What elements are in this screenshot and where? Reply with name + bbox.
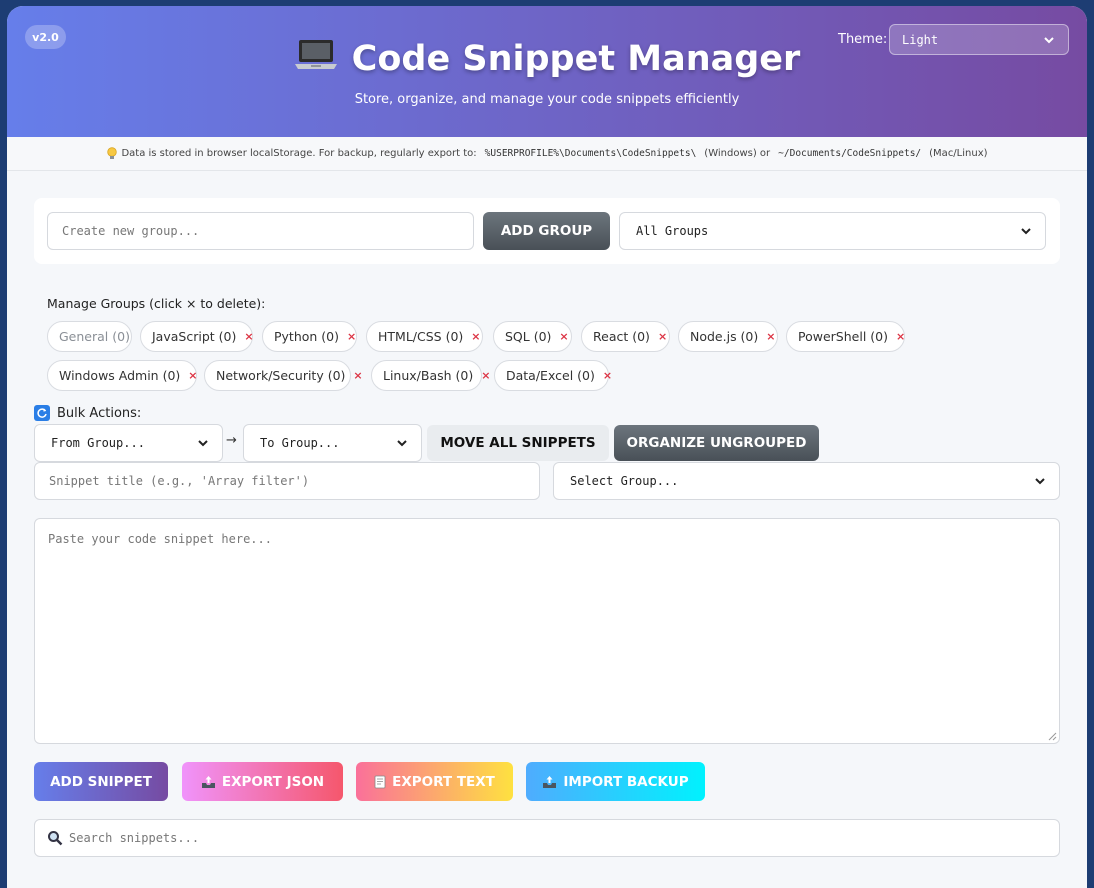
export-json-label: EXPORT JSON (221, 773, 325, 790)
group-chip-label: Linux/Bash (0) (383, 368, 474, 383)
chevron-down-icon (1021, 228, 1031, 235)
to-group-value: To Group... (260, 436, 340, 450)
mac-path: ~/Documents/CodeSnippets/ (778, 148, 922, 159)
chevron-down-icon (1044, 36, 1054, 43)
new-group-input[interactable]: Create new group... (47, 212, 474, 250)
delete-group-icon[interactable]: × (896, 330, 905, 343)
move-all-snippets-button[interactable]: MOVE ALL SNIPPETS (427, 425, 609, 461)
group-filter-value: All Groups (636, 224, 709, 238)
arrow-right-icon: → (226, 433, 237, 448)
group-chip-label: Windows Admin (0) (59, 368, 181, 383)
snippet-group-select[interactable]: Select Group... (553, 462, 1060, 500)
add-snippet-label: ADD SNIPPET (50, 773, 152, 790)
chevron-down-icon (1035, 478, 1045, 485)
code-placeholder: Paste your code snippet here... (48, 532, 272, 546)
windows-path: %USERPROFILE%\Documents\CodeSnippets\ (484, 148, 697, 159)
group-chip-label: JavaScript (0) (152, 329, 237, 344)
group-chip-label: Data/Excel (0) (506, 368, 595, 383)
delete-group-icon[interactable]: × (603, 369, 612, 382)
lightbulb-icon (107, 146, 118, 159)
delete-group-icon[interactable]: × (559, 330, 568, 343)
group-chip-label: SQL (0) (505, 329, 552, 344)
add-snippet-button[interactable]: ADD SNIPPET (34, 762, 168, 801)
group-chip: JavaScript (0) × (140, 321, 254, 352)
group-chip: React (0) × (581, 321, 670, 352)
from-group-value: From Group... (51, 436, 145, 450)
manage-groups-label: Manage Groups (click × to delete): (47, 296, 266, 311)
delete-group-icon[interactable]: × (353, 369, 362, 382)
move-all-label: MOVE ALL SNIPPETS (440, 435, 596, 451)
group-chip: Network/Security (0) × (204, 360, 363, 391)
delete-group-icon[interactable]: × (471, 330, 480, 343)
from-group-select[interactable]: From Group... (34, 424, 223, 462)
snippet-title-input[interactable]: Snippet title (e.g., 'Array filter') (34, 462, 540, 500)
group-chip: General (0) (47, 321, 132, 352)
search-placeholder: Search snippets... (69, 831, 200, 845)
refresh-icon (34, 405, 50, 421)
header: v2.0 Code Snippet Manager Store, organiz… (7, 6, 1087, 137)
import-backup-button[interactable]: IMPORT BACKUP (526, 762, 705, 801)
group-chip: Data/Excel (0) × (494, 360, 612, 391)
app-container: v2.0 Code Snippet Manager Store, organiz… (7, 6, 1087, 888)
export-text-label: EXPORT TEXT (392, 773, 495, 790)
search-icon (48, 831, 63, 846)
export-json-button[interactable]: EXPORT JSON (182, 762, 343, 801)
inbox-tray-icon (543, 775, 557, 788)
delete-group-icon[interactable]: × (766, 330, 775, 343)
chevron-down-icon (397, 440, 407, 447)
laptop-icon (294, 38, 338, 72)
search-input[interactable]: Search snippets... (34, 819, 1060, 857)
snippet-group-value: Select Group... (570, 474, 679, 488)
group-chip: Python (0) × (262, 321, 357, 352)
delete-group-icon[interactable]: × (347, 330, 356, 343)
import-backup-label: IMPORT BACKUP (563, 773, 689, 790)
group-chip-label: HTML/CSS (0) (378, 329, 464, 344)
new-group-placeholder: Create new group... (62, 224, 200, 238)
delete-group-icon[interactable]: × (658, 330, 667, 343)
group-chip-label: General (0) (59, 329, 130, 344)
delete-group-icon[interactable]: × (481, 369, 490, 382)
group-chip-label: Network/Security (0) (216, 368, 346, 383)
theme-select[interactable]: Light (889, 24, 1069, 55)
subtitle: Store, organize, and manage your code sn… (354, 92, 740, 107)
group-chip-label: Node.js (0) (690, 329, 759, 344)
chevron-down-icon (198, 440, 208, 447)
bulk-actions-label: Bulk Actions: (34, 405, 141, 421)
storage-info-bar: Data is stored in browser localStorage. … (7, 137, 1087, 171)
outbox-tray-icon (201, 775, 215, 788)
organize-ungrouped-button[interactable]: ORGANIZE UNGROUPED (614, 425, 819, 461)
add-group-label: ADD GROUP (500, 223, 593, 239)
group-chip: Node.js (0) × (678, 321, 778, 352)
group-chip: SQL (0) × (493, 321, 572, 352)
info-text: Data is stored in browser localStorage. … (121, 148, 477, 159)
windows-label: (Windows) or (704, 148, 771, 159)
theme-label: Theme: (838, 32, 888, 47)
delete-group-icon[interactable]: × (188, 369, 197, 382)
group-chip-label: React (0) (593, 329, 650, 344)
mac-label: (Mac/Linux) (929, 148, 988, 159)
group-controls-card: Create new group... ADD GROUP All Groups (34, 198, 1060, 264)
code-textarea[interactable]: Paste your code snippet here... (34, 518, 1060, 744)
bulk-actions-text: Bulk Actions: (57, 405, 142, 421)
group-chip: PowerShell (0) × (786, 321, 905, 352)
resize-handle-icon[interactable] (1048, 732, 1057, 741)
group-chip-label: Python (0) (274, 329, 340, 344)
group-filter-select[interactable]: All Groups (619, 212, 1046, 250)
export-text-button[interactable]: EXPORT TEXT (356, 762, 513, 801)
theme-select-value: Light (902, 32, 939, 47)
add-group-button[interactable]: ADD GROUP (483, 212, 610, 250)
document-icon (374, 775, 386, 788)
group-chip: HTML/CSS (0) × (366, 321, 483, 352)
snippet-title-placeholder: Snippet title (e.g., 'Array filter') (49, 474, 310, 488)
group-chip: Windows Admin (0) × (47, 360, 198, 391)
organize-label: ORGANIZE UNGROUPED (626, 435, 807, 451)
title-text: Code Snippet Manager (351, 39, 801, 79)
to-group-select[interactable]: To Group... (243, 424, 422, 462)
delete-group-icon[interactable]: × (244, 330, 253, 343)
group-chip: Linux/Bash (0) × (371, 360, 490, 391)
group-chip-label: PowerShell (0) (798, 329, 888, 344)
